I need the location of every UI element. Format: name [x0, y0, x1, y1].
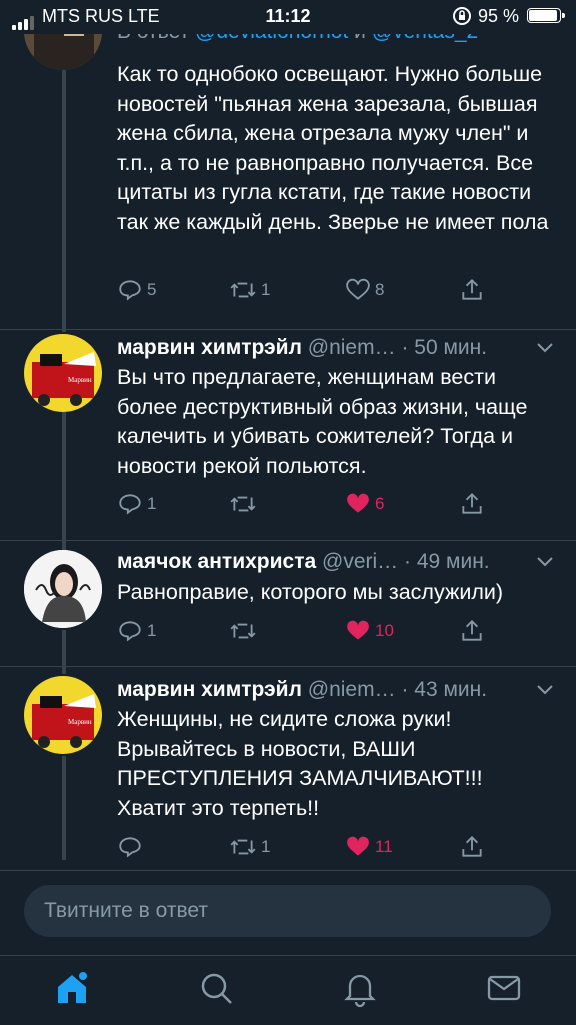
like-count: 10	[375, 621, 394, 640]
battery-percent: 95 %	[478, 6, 520, 26]
thread-line	[62, 412, 66, 550]
timestamp[interactable]: · 50 мин.	[401, 336, 487, 359]
timestamp[interactable]: · 49 мин.	[404, 550, 490, 573]
like-button[interactable]: 11	[345, 833, 393, 861]
tweet-header: марвин химтрэйл @niem… · 50 мин.	[117, 336, 487, 360]
heart-icon	[347, 836, 369, 856]
like-button[interactable]: 6	[345, 490, 384, 518]
retweet-button[interactable]: 1	[229, 833, 270, 861]
reply-count: 1	[147, 494, 157, 513]
orientation-lock-icon	[452, 6, 472, 31]
avatar[interactable]: Марвин	[24, 334, 102, 412]
retweet-icon	[230, 839, 256, 855]
tweet-actions: 5 1 8	[117, 276, 557, 304]
reply-count: 5	[147, 280, 157, 299]
reply-button[interactable]: 1	[117, 617, 156, 645]
messages-icon[interactable]	[484, 968, 524, 1008]
status-bar: MTS RUS LTE 11:12 95 %	[0, 0, 576, 34]
retweet-button[interactable]: 1	[229, 276, 270, 304]
chevron-down-icon[interactable]	[534, 678, 556, 705]
avatar[interactable]: Марвин	[24, 676, 102, 754]
share-icon	[462, 619, 482, 641]
timestamp[interactable]: · 43 мин.	[401, 678, 487, 701]
divider	[0, 540, 576, 541]
like-count: 11	[375, 837, 393, 856]
chevron-down-icon[interactable]	[534, 550, 556, 577]
svg-text:Марвин: Марвин	[68, 718, 92, 726]
reply-input[interactable]: Твитните в ответ	[24, 885, 551, 937]
notifications-icon[interactable]	[340, 968, 380, 1008]
reply-icon	[119, 280, 141, 301]
author-name[interactable]: марвин химтрэйл	[117, 336, 302, 359]
like-button[interactable]: 8	[345, 276, 384, 304]
share-button[interactable]	[459, 276, 485, 304]
retweet-count: 1	[261, 280, 271, 299]
tweet-text: Вы что предлагаете, женщинам вести более…	[117, 365, 528, 478]
author-handle[interactable]: @niem…	[308, 678, 396, 701]
reply-count: 1	[147, 621, 157, 640]
retweet-button[interactable]	[229, 490, 261, 518]
tweet-text: Женщины, не сидите сложа руки! Врывайтес…	[117, 707, 483, 820]
search-icon[interactable]	[196, 968, 236, 1008]
share-icon	[462, 835, 482, 857]
share-icon	[462, 492, 482, 514]
reply-button[interactable]: 5	[117, 276, 156, 304]
tweet-actions: 1 6	[117, 490, 557, 518]
like-count: 6	[375, 494, 385, 513]
reply-button[interactable]: 1	[117, 490, 156, 518]
tweet-actions: 1 11	[117, 833, 557, 861]
heart-icon	[347, 493, 369, 513]
tab-bar	[0, 955, 576, 1025]
battery-icon	[527, 8, 565, 23]
tweet-actions: 1 10	[117, 617, 557, 645]
heart-icon	[346, 278, 370, 300]
share-button[interactable]	[459, 833, 485, 861]
reply-icon	[119, 494, 141, 515]
divider	[0, 666, 576, 667]
author-name[interactable]: маячок антихриста	[117, 550, 316, 573]
share-button[interactable]	[459, 617, 485, 645]
reply-icon	[119, 621, 141, 642]
heart-icon	[347, 620, 369, 640]
avatar[interactable]	[24, 550, 102, 628]
tweet-header: маячок антихриста @veri… · 49 мин.	[117, 550, 490, 574]
author-handle[interactable]: @niem…	[308, 336, 396, 359]
tweet-header: марвин химтрэйл @niem… · 43 мин.	[117, 678, 487, 702]
tweet-text: Равноправие, которого мы заслужили)	[117, 580, 504, 604]
svg-text:Марвин: Марвин	[68, 376, 92, 384]
thread-line	[62, 756, 66, 860]
retweet-icon	[230, 282, 256, 298]
share-button[interactable]	[459, 490, 485, 518]
share-icon	[462, 278, 482, 300]
divider	[0, 329, 576, 330]
retweet-count: 1	[261, 837, 271, 856]
reply-button[interactable]	[117, 833, 147, 861]
home-icon[interactable]	[52, 968, 92, 1008]
thread-line	[62, 630, 66, 674]
like-button[interactable]: 10	[345, 617, 394, 645]
chevron-down-icon[interactable]	[534, 336, 556, 363]
retweet-button[interactable]	[229, 617, 261, 645]
reply-bar: Твитните в ответ	[0, 870, 576, 956]
author-name[interactable]: марвин химтрэйл	[117, 678, 302, 701]
author-handle[interactable]: @veri…	[322, 550, 398, 573]
thread-line	[62, 70, 66, 332]
retweet-icon	[230, 496, 256, 512]
reply-icon	[119, 837, 141, 858]
retweet-icon	[230, 623, 256, 639]
like-count: 8	[375, 280, 385, 299]
tweet-text: Как то однобоко освещают. Нужно больше н…	[117, 62, 549, 234]
